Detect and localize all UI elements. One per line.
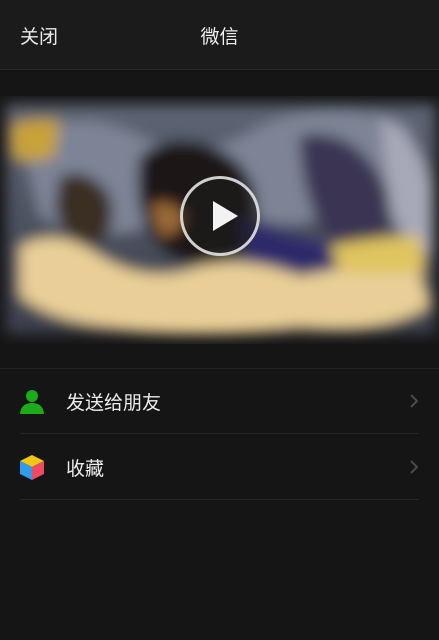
person-icon: [20, 390, 44, 414]
share-menu: 发送给朋友 收藏: [0, 368, 439, 500]
divider: [20, 499, 419, 500]
cube-icon: [20, 455, 44, 480]
top-bar: 关闭 微信: [0, 0, 439, 70]
menu-item-label: 收藏: [66, 458, 105, 480]
play-icon: [213, 201, 238, 231]
menu-item-label: 发送给朋友: [66, 392, 162, 414]
close-button[interactable]: 关闭: [20, 22, 58, 49]
chevron-right-icon: [410, 460, 419, 474]
menu-item-favorite[interactable]: 收藏: [0, 434, 439, 500]
page-title: 微信: [200, 26, 239, 48]
menu-item-send-to-friend[interactable]: 发送给朋友: [0, 368, 439, 434]
share-sheet-page: 关闭 微信 发送给朋友 收藏: [0, 0, 439, 640]
play-button[interactable]: [180, 176, 260, 256]
chevron-right-icon: [410, 394, 419, 408]
video-preview[interactable]: [0, 96, 439, 344]
